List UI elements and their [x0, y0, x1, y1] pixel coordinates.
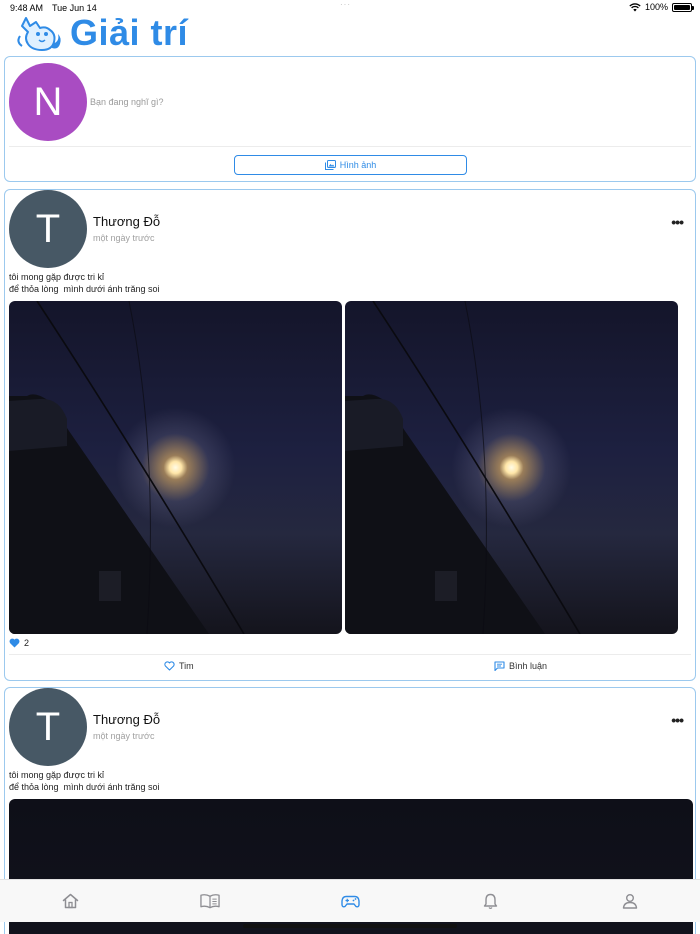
comment-button[interactable]: Bình luận [494, 661, 547, 671]
post-caption: tôi mong gặp được tri kỉ để thỏa lòng mì… [9, 272, 160, 294]
tab-home[interactable] [60, 891, 80, 911]
divider [9, 654, 691, 655]
post-photo[interactable] [345, 301, 678, 634]
post-photo[interactable] [9, 301, 342, 634]
tab-notifications[interactable] [480, 891, 500, 911]
heart-outline-icon [164, 661, 175, 671]
like-label: Tim [179, 661, 194, 671]
avatar-letter: N [33, 79, 63, 124]
author-avatar[interactable]: T [9, 688, 87, 766]
add-image-label: Hình ảnh [339, 160, 377, 170]
heart-filled-icon [9, 638, 20, 648]
divider [9, 146, 691, 147]
comment-label: Bình luận [509, 661, 548, 671]
multitasking-dots-icon[interactable]: ··· [340, 0, 351, 9]
post-caption: tôi mong gặp được tri kỉ để thỏa lòng mì… [9, 770, 160, 792]
header: Giải trí [16, 12, 188, 54]
more-options-icon[interactable]: ••• [671, 214, 684, 230]
tab-news[interactable] [200, 891, 220, 911]
author-name[interactable]: Thương Đỗ [93, 214, 160, 229]
bell-icon [483, 893, 497, 909]
battery-icon [672, 2, 694, 12]
author-avatar[interactable]: T [9, 190, 87, 268]
author-name[interactable]: Thương Đỗ [93, 712, 160, 727]
wifi-icon [629, 2, 641, 11]
post-time: một ngày trước [93, 731, 155, 741]
tab-profile[interactable] [620, 891, 640, 911]
home-indicator[interactable] [243, 924, 457, 928]
gamepad-icon [340, 895, 360, 907]
post-composer: N Bạn đang nghĩ gì? Hình ảnh [4, 56, 696, 182]
avatar[interactable]: N [9, 63, 87, 141]
tab-bar [0, 879, 700, 922]
add-image-button[interactable]: Hình ảnh [234, 155, 467, 175]
cat-logo-icon [17, 17, 61, 51]
avatar-letter: T [35, 206, 61, 251]
gallery-icon [324, 160, 336, 170]
user-icon [622, 894, 638, 909]
more-options-icon[interactable]: ••• [671, 712, 684, 728]
avatar-letter: T [35, 704, 61, 749]
battery-percent: 100% [644, 2, 668, 12]
post-card: T Thương Đỗ một ngày trước ••• tôi mong … [4, 189, 696, 681]
status-right: 100% [629, 2, 694, 12]
post-time: một ngày trước [93, 233, 155, 243]
app-title: Giải trí [70, 12, 189, 53]
like-count: 2 [24, 638, 30, 648]
app-screen: 9:48 AM Tue Jun 14 ··· 100% Giải trí N B… [0, 0, 700, 934]
status-input[interactable]: Bạn đang nghĩ gì? [90, 97, 164, 107]
like-summary[interactable]: 2 [9, 638, 29, 648]
comment-icon [494, 661, 505, 671]
like-button[interactable]: Tim [164, 661, 194, 671]
tab-entertainment[interactable] [340, 891, 360, 911]
home-icon [62, 893, 78, 909]
book-icon [200, 894, 220, 909]
